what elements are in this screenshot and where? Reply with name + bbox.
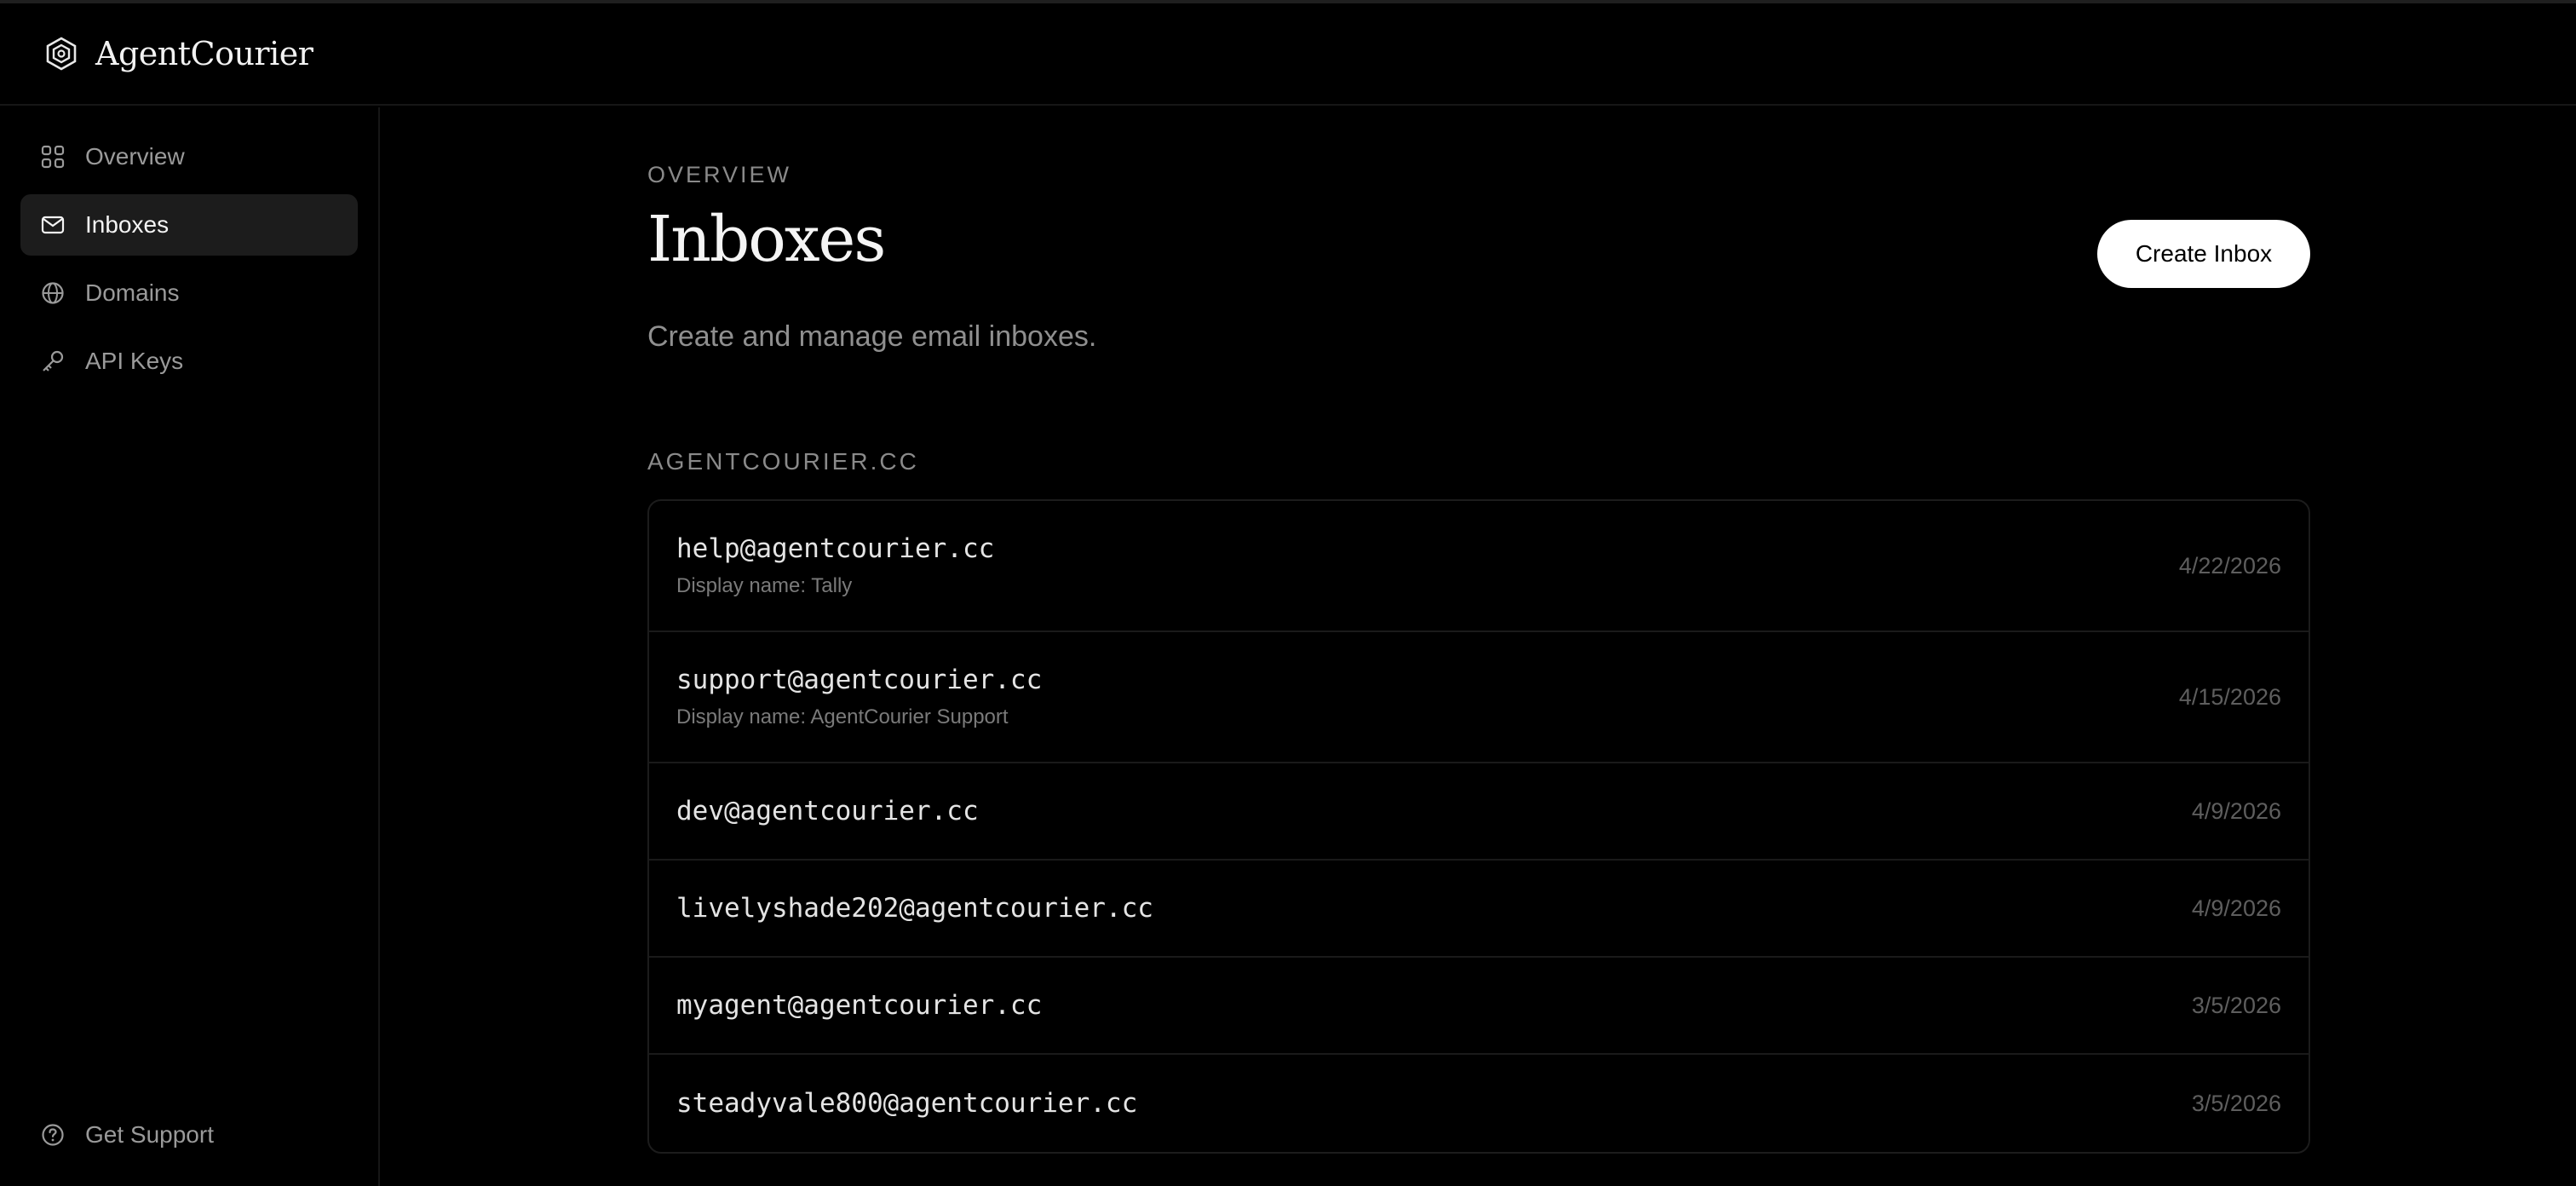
app-name[interactable]: AgentCourier — [95, 35, 313, 72]
page-subtitle: Create and manage email inboxes. — [647, 320, 1097, 353]
inbox-row[interactable]: dev@agentcourier.cc 4/9/2026 — [649, 763, 2309, 861]
sidebar-item-label: Inboxes — [85, 211, 170, 238]
inbox-list: help@agentcourier.cc Display name: Tally… — [647, 499, 2310, 1154]
inbox-email: steadyvale800@agentcourier.cc — [676, 1088, 1138, 1119]
sidebar-item-label: Domains — [85, 279, 180, 306]
grid-icon — [41, 145, 65, 169]
inbox-info: dev@agentcourier.cc — [676, 796, 979, 826]
sidebar-item-domains[interactable]: Domains — [20, 262, 358, 324]
mail-icon — [41, 213, 65, 237]
sidebar-item-label: API Keys — [85, 348, 184, 374]
get-support-link[interactable]: Get Support — [20, 1104, 359, 1166]
inbox-email: help@agentcourier.cc — [676, 533, 995, 564]
inbox-email: dev@agentcourier.cc — [676, 796, 979, 826]
inbox-info: support@agentcourier.cc Display name: Ag… — [676, 665, 1042, 729]
get-support-label: Get Support — [85, 1121, 214, 1148]
inbox-info: livelyshade202@agentcourier.cc — [676, 893, 1153, 924]
sidebar-item-label: Overview — [85, 143, 185, 170]
inbox-created-date: 4/22/2026 — [2178, 552, 2281, 579]
inbox-email: livelyshade202@agentcourier.cc — [676, 893, 1153, 924]
sidebar-footer: Get Support — [20, 1104, 359, 1172]
sidebar-item-overview[interactable]: Overview — [20, 126, 358, 187]
app-window: AgentCourier Overview Inboxes Domains AP… — [0, 0, 2576, 1186]
inbox-row[interactable]: steadyvale800@agentcourier.cc 3/5/2026 — [649, 1055, 2309, 1152]
inbox-info: myagent@agentcourier.cc — [676, 990, 1042, 1021]
hexagon-logo-icon[interactable] — [44, 37, 78, 71]
breadcrumb: OVERVIEW — [647, 162, 792, 187]
key-icon — [41, 349, 65, 373]
create-inbox-button[interactable]: Create Inbox — [2097, 220, 2310, 288]
inbox-row[interactable]: livelyshade202@agentcourier.cc 4/9/2026 — [649, 861, 2309, 958]
inbox-display-name: Display name: AgentCourier Support — [676, 705, 1009, 728]
domain-group-label: AGENTCOURIER.CC — [647, 448, 919, 475]
globe-icon — [41, 281, 65, 305]
sidebar-item-inboxes[interactable]: Inboxes — [20, 194, 358, 256]
inbox-created-date: 3/5/2026 — [2191, 1090, 2281, 1116]
inbox-email: myagent@agentcourier.cc — [676, 990, 1043, 1021]
inbox-email: support@agentcourier.cc — [676, 665, 1043, 695]
top-bar: AgentCourier — [0, 3, 2576, 106]
inbox-created-date: 4/9/2026 — [2191, 797, 2281, 824]
sidebar-item-api-keys[interactable]: API Keys — [20, 331, 358, 392]
sidebar: Overview Inboxes Domains API Keys Get Su… — [0, 107, 380, 1186]
inbox-row[interactable]: help@agentcourier.cc Display name: Tally… — [649, 501, 2309, 632]
inbox-info: help@agentcourier.cc Display name: Tally — [676, 533, 994, 598]
inbox-row[interactable]: myagent@agentcourier.cc 3/5/2026 — [649, 958, 2309, 1055]
inbox-created-date: 4/9/2026 — [2191, 895, 2281, 921]
inbox-display-name: Display name: Tally — [676, 574, 853, 597]
page-title: Inboxes — [647, 203, 886, 276]
help-circle-icon — [41, 1123, 65, 1147]
inbox-created-date: 3/5/2026 — [2191, 992, 2281, 1018]
inbox-info: steadyvale800@agentcourier.cc — [676, 1088, 1137, 1119]
inbox-created-date: 4/15/2026 — [2178, 683, 2281, 710]
inbox-row[interactable]: support@agentcourier.cc Display name: Ag… — [649, 632, 2309, 763]
